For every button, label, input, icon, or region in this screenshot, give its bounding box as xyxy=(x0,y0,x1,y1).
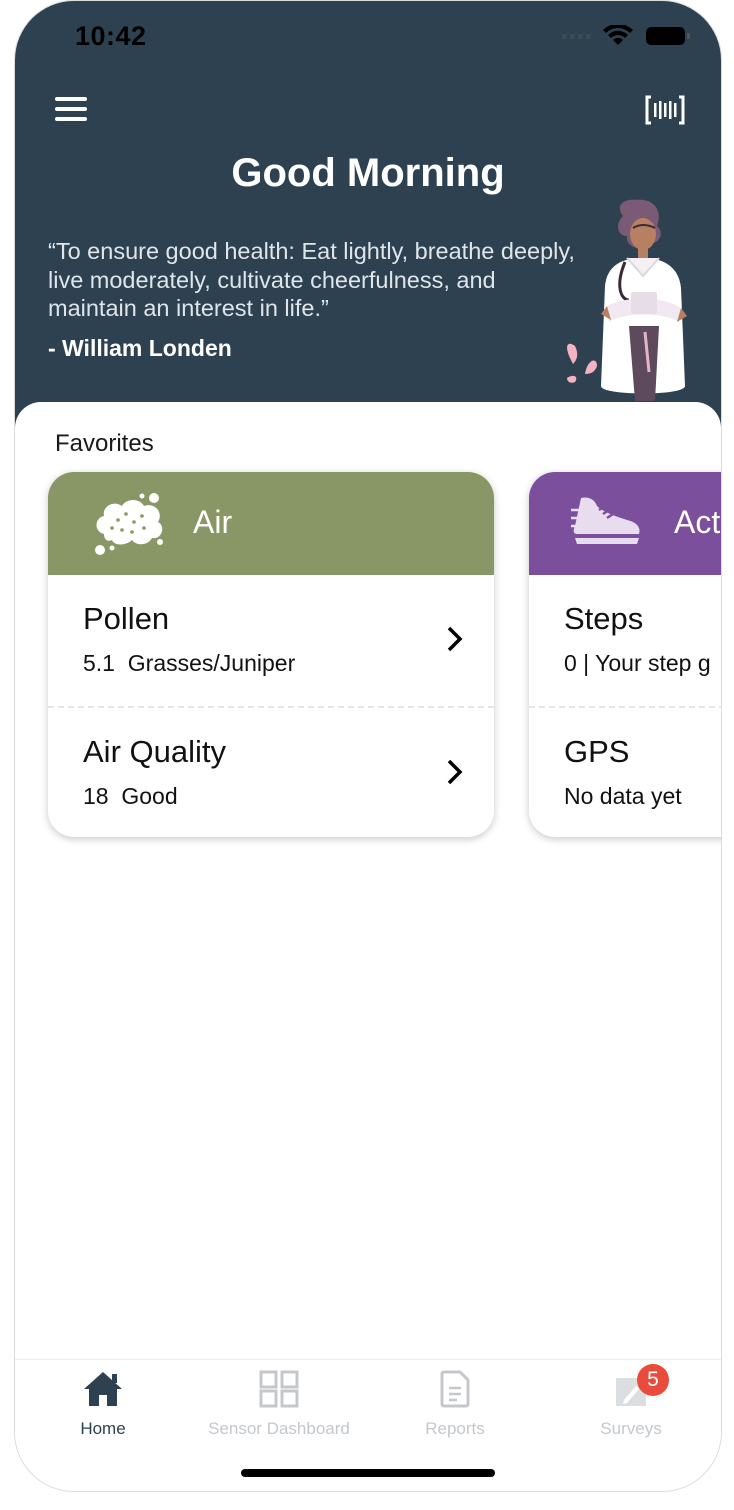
favorites-title: Favorites xyxy=(55,430,154,457)
daily-quote: “To ensure good health: Eat lightly, bre… xyxy=(48,238,575,321)
sneaker-icon xyxy=(571,497,640,544)
phone-screen: 10:42 Good Morning “To ensure good healt… xyxy=(14,0,722,1492)
chevron-right-icon xyxy=(447,759,463,785)
steps-title: Steps xyxy=(564,601,644,636)
gps-title: GPS xyxy=(564,734,630,769)
wifi-icon xyxy=(603,25,633,45)
pollen-value: 5.1 xyxy=(83,650,115,676)
tab-reports[interactable]: Reports xyxy=(367,1370,543,1439)
air-quality-value: 18 xyxy=(83,783,109,809)
tab-sensor-dashboard[interactable]: Sensor Dashboard xyxy=(191,1370,367,1439)
home-indicator xyxy=(241,1469,495,1477)
doctor-illustration xyxy=(567,199,687,401)
pollen-title: Pollen xyxy=(83,601,170,636)
activity-card-header: Act xyxy=(529,472,721,575)
menu-icon[interactable] xyxy=(55,97,87,123)
activity-favorite-card: Act Steps 0 | Your step g GPS No data ye… xyxy=(529,472,721,837)
battery-icon xyxy=(646,27,690,45)
chevron-right-icon xyxy=(447,626,463,652)
quote-author: - William Londen xyxy=(48,335,232,361)
tab-surveys[interactable]: Surveys xyxy=(543,1370,719,1439)
greeting-title: Good Morning xyxy=(231,151,505,195)
tab-sensor-dashboard-label: Sensor Dashboard xyxy=(208,1419,350,1438)
tab-surveys-label: Surveys xyxy=(600,1419,662,1438)
content-panel: Favorites Air Pollen 5.1 Grasses/Juniper… xyxy=(15,402,721,1362)
steps-row[interactable]: Steps 0 | Your step g xyxy=(529,575,721,706)
steps-summary: 0 | Your step g xyxy=(564,650,711,676)
signal-icon xyxy=(562,33,591,39)
air-quality-summary: 18 Good xyxy=(83,783,178,810)
surveys-badge: 5 xyxy=(637,1364,669,1396)
status-icons xyxy=(562,25,691,47)
header: 10:42 Good Morning “To ensure good healt… xyxy=(15,1,721,431)
tab-home[interactable]: Home xyxy=(15,1370,191,1439)
bottom-tab-bar: Home Sensor Dashboard Reports Surveys xyxy=(15,1359,721,1440)
status-time: 10:42 xyxy=(75,21,147,51)
document-icon xyxy=(440,1370,470,1408)
tab-reports-label: Reports xyxy=(425,1419,485,1438)
gps-summary: No data yet xyxy=(564,783,682,809)
air-quality-title: Air Quality xyxy=(83,734,226,769)
home-icon xyxy=(84,1372,122,1406)
barcode-scan-icon[interactable] xyxy=(645,95,685,130)
pollen-cloud-icon xyxy=(95,493,163,555)
pollen-summary: 5.1 Grasses/Juniper xyxy=(83,650,295,677)
dashboard-grid-icon xyxy=(259,1370,299,1408)
pollen-detail: Grasses/Juniper xyxy=(127,650,296,676)
air-favorite-card: Air Pollen 5.1 Grasses/Juniper Air Quali… xyxy=(48,472,494,837)
tab-home-label: Home xyxy=(80,1419,126,1438)
gps-row[interactable]: GPS No data yet xyxy=(529,708,721,837)
air-quality-detail: Good xyxy=(121,783,178,809)
pollen-row[interactable]: Pollen 5.1 Grasses/Juniper xyxy=(48,575,494,706)
air-quality-row[interactable]: Air Quality 18 Good xyxy=(48,708,494,837)
air-card-title: Air xyxy=(193,504,233,540)
activity-card-title: Act xyxy=(674,504,721,540)
air-card-header: Air xyxy=(48,472,494,575)
